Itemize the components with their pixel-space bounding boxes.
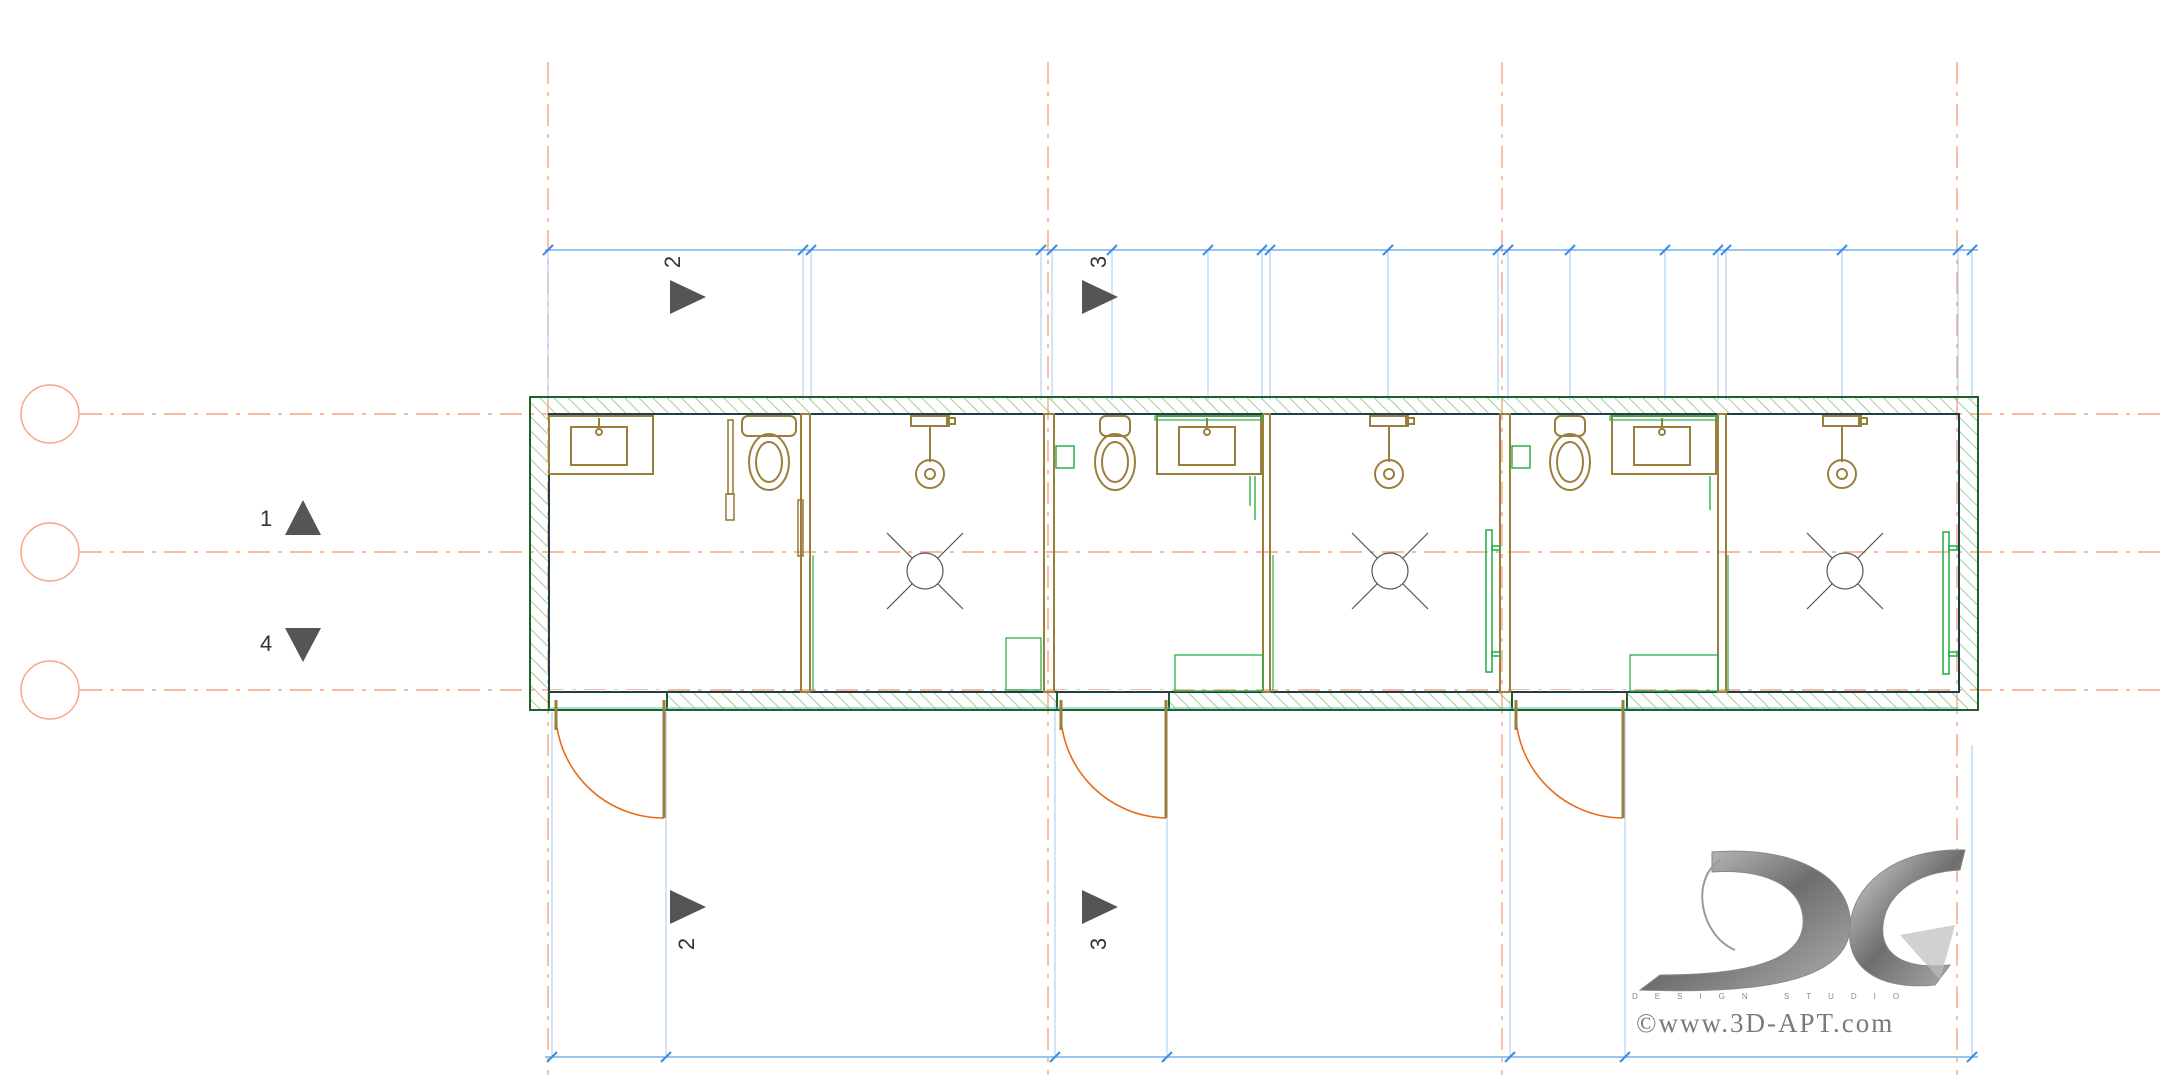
shower-icon [1369, 415, 1415, 489]
washbasin-icon [548, 415, 654, 475]
section-label-bottom-mid: 3 [1086, 938, 1111, 950]
dimension-line-top [542, 244, 1978, 400]
floor-drain-icon [1806, 532, 1884, 610]
door-leaves [554, 700, 1625, 818]
section-arrow-left-up-icon [285, 500, 321, 535]
watermark-subtitle: DESIGN STUDIO [1632, 992, 1916, 1001]
grid-bubble-a [20, 384, 80, 444]
grid-bubble-c [20, 660, 80, 720]
shower-icon [910, 415, 956, 489]
washbasin-icon [1154, 415, 1264, 475]
section-arrow-left-down-icon [285, 628, 321, 662]
section-arrow-top-left-icon [670, 280, 706, 314]
watermark-logo: DESIGN STUDIO ©www.3D-APT.com [1632, 849, 1966, 1038]
floor-plan-drawing: 2 3 2 3 1 4 DESIGN STUDIO ©www.3D-APT.co… [20, 62, 2165, 1075]
toilet-icon [1549, 415, 1591, 491]
towel-bar-icon [725, 419, 804, 557]
exterior-walls [529, 396, 1979, 712]
grab-bar-icon [1942, 531, 1958, 675]
wall-box-green [1055, 445, 1075, 469]
section-markers [285, 280, 1118, 924]
door-2-icon [1059, 699, 1167, 819]
logo-mark-icon [1638, 850, 1851, 992]
shower-tray-step [1005, 637, 1042, 691]
toilet-icon [741, 415, 797, 491]
floor-drain-icon [886, 532, 964, 610]
section-label-bottom-left: 2 [674, 938, 699, 950]
watermark-text: ©www.3D-APT.com [1636, 1008, 1894, 1038]
wall-box-green [1511, 445, 1531, 469]
toilet-icon [1094, 415, 1136, 491]
grid-lines-horizontal [80, 413, 2165, 691]
section-label-top-left: 2 [660, 256, 685, 268]
glass-door-detail [1249, 476, 1256, 520]
interior-partitions [800, 413, 1727, 693]
grid-lines-vertical [547, 62, 1958, 1075]
section-label-left-up: 1 [260, 506, 272, 531]
section-arrow-bottom-left-icon [670, 890, 706, 924]
glass-partitions [549, 555, 1959, 709]
shower-tray-step [1629, 654, 1719, 692]
door-3-icon [1514, 699, 1624, 819]
grid-bubbles [20, 384, 80, 720]
washbasin-icon [1609, 415, 1719, 475]
section-arrow-bottom-mid-icon [1082, 890, 1118, 924]
grid-bubble-b [20, 522, 80, 582]
floor-drain-icon [1351, 532, 1429, 610]
shower-icon [1822, 415, 1868, 489]
shower-tray-step [1174, 654, 1264, 692]
section-arrow-top-mid-icon [1082, 280, 1118, 314]
door-1-icon [554, 699, 665, 819]
section-label-top-mid: 3 [1086, 256, 1111, 268]
door-swings [554, 699, 1624, 819]
section-label-left-down: 4 [260, 631, 272, 656]
